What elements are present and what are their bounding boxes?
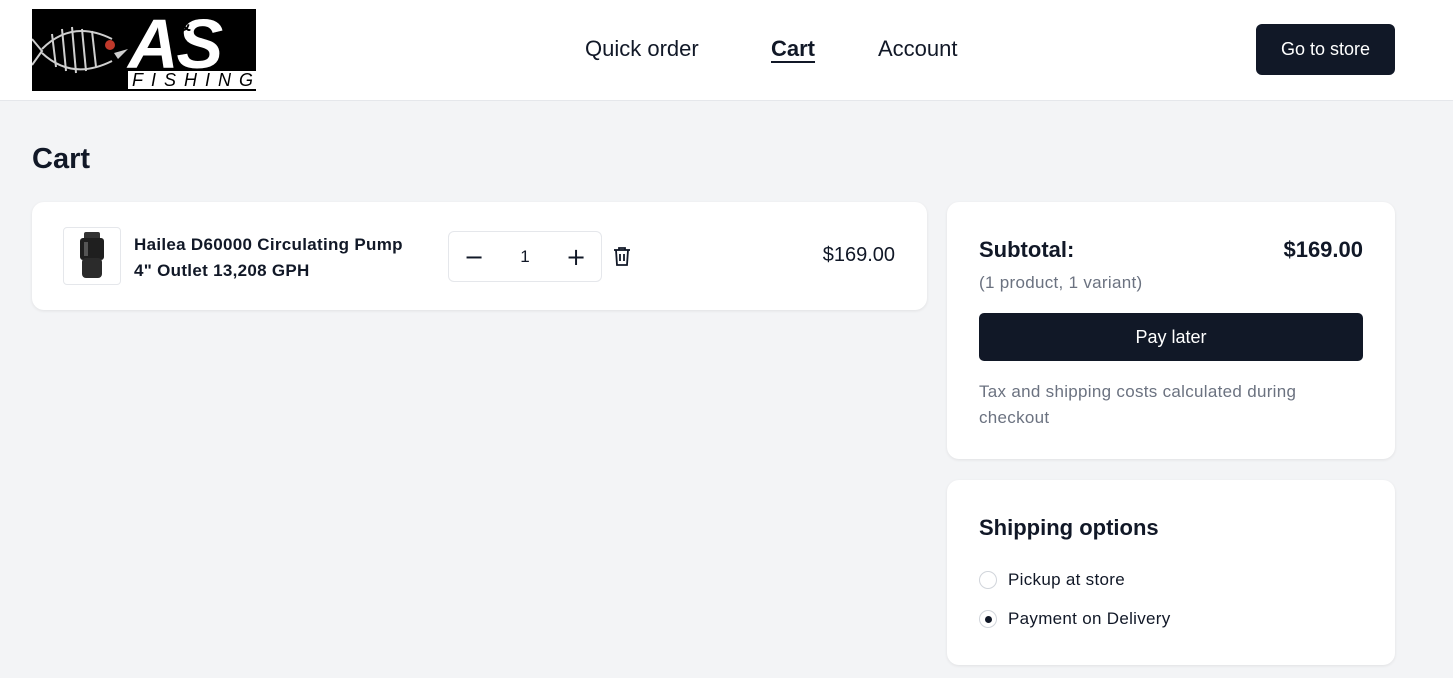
pay-later-button[interactable]: Pay later (979, 313, 1363, 361)
shipping-options-title: Shipping options (979, 515, 1159, 540)
logo-mark: AS (128, 9, 223, 83)
plus-icon: + (565, 242, 587, 271)
subtotal-meta: (1 product, 1 variant) (979, 273, 1143, 292)
line-item-price: $169.00 (822, 244, 895, 266)
site-header: AS & FISHING Quick order Cart Account Go… (0, 0, 1453, 101)
shipping-options-card: Shipping options Pickup at store Payment… (947, 480, 1395, 665)
subtotal-label: Subtotal: (979, 237, 1075, 262)
page-title: Cart (32, 143, 91, 175)
shipping-option-label: Pickup at store (1008, 570, 1125, 589)
radio-button[interactable] (979, 571, 997, 589)
logo-wordmark: FISHING (128, 71, 256, 89)
shipping-option-pickup[interactable]: Pickup at store (979, 569, 1125, 591)
subtotal-value: $169.00 (1283, 237, 1363, 262)
product-thumbnail[interactable] (63, 227, 121, 285)
radio-button-selected[interactable] (979, 610, 997, 628)
fish-skeleton-icon (32, 26, 128, 74)
nav-cart[interactable]: Cart (771, 36, 815, 62)
cart-items-card: Hailea D60000 Circulating Pump 4" Outlet… (32, 202, 927, 310)
order-summary-card: Subtotal: $169.00 (1 product, 1 variant)… (947, 202, 1395, 459)
remove-item-button[interactable] (612, 245, 632, 267)
logo-ampersand: & (178, 15, 191, 35)
decrease-quantity-button[interactable]: − (449, 232, 499, 281)
brand-logo[interactable]: AS & FISHING (32, 9, 256, 91)
pump-product-image (80, 232, 104, 278)
trash-icon (614, 247, 630, 266)
minus-icon: − (463, 242, 485, 271)
go-to-store-button[interactable]: Go to store (1256, 24, 1395, 75)
quantity-input[interactable] (499, 232, 551, 281)
nav-quick-order[interactable]: Quick order (585, 36, 699, 62)
shipping-option-label: Payment on Delivery (1008, 609, 1171, 628)
quantity-stepper: − + (448, 231, 602, 282)
increase-quantity-button[interactable]: + (551, 232, 601, 281)
shipping-option-payment-on-delivery[interactable]: Payment on Delivery (979, 608, 1171, 630)
nav-account[interactable]: Account (878, 36, 958, 62)
product-name[interactable]: Hailea D60000 Circulating Pump 4" Outlet… (134, 232, 424, 284)
tax-shipping-note: Tax and shipping costs calculated during… (979, 382, 1297, 427)
